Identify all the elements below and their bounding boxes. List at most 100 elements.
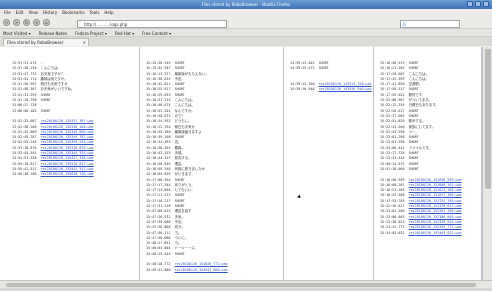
- log-text: 13:52:42.000: [12, 129, 41, 134]
- log-text: 15:17:24.004 とてもいい。: [146, 188, 195, 193]
- menu-tools[interactable]: Tools: [90, 9, 100, 17]
- recording-link[interactable]: rec20100126_135457_338.wav: [41, 156, 94, 160]
- stop-icon[interactable]: ×: [33, 19, 40, 26]
- log-text: 15:16:39.108 SHORT: [146, 135, 185, 140]
- log-text: 14:39:13.708: [290, 82, 319, 87]
- menu-file[interactable]: File: [4, 9, 11, 17]
- search-input[interactable]: G: [400, 20, 460, 28]
- log-text: 13:53:44.555: [12, 151, 41, 156]
- maximize-icon[interactable]: [475, 1, 481, 7]
- log-text: 15:16:29.653 SHORT: [146, 92, 185, 97]
- bookmark-fedora-project[interactable]: Fedora Project ▾: [75, 29, 107, 36]
- search-engine-icon[interactable]: G: [403, 22, 406, 27]
- window-controls: [467, 1, 489, 7]
- log-column: 14:39:13.402 SHORT 14:39:19.472 SHORT 14:…: [284, 47, 374, 280]
- recording-link[interactable]: rec20100126_135638_706.wav: [41, 172, 94, 176]
- recording-entry: 13:56:38.706 rec20100126_135638_706.wav: [12, 172, 94, 177]
- menu-view[interactable]: View: [28, 9, 38, 17]
- recording-link[interactable]: rec20100126_152306_603.wav: [409, 215, 462, 219]
- bookmarks-toolbar: Most Visited ▾ Release Notes Fedora Proj…: [0, 28, 492, 37]
- recording-link[interactable]: rec20100126_135345_767.wav: [41, 135, 94, 139]
- vertical-scrollbar[interactable]: [482, 47, 492, 280]
- menu-edit[interactable]: Edit: [16, 9, 24, 17]
- menu-bookmarks[interactable]: Bookmarks: [62, 9, 84, 17]
- recording-link[interactable]: rec20100126_135344_555.wav: [41, 151, 94, 155]
- recording-link[interactable]: rec20100126_143913_708.wav: [319, 82, 372, 86]
- tab-close-icon[interactable]: ×: [83, 39, 86, 46]
- recording-link[interactable]: rec20100126_135541_517.wav: [41, 167, 94, 171]
- recording-link[interactable]: rec20100126_143916_940.wav: [319, 87, 372, 91]
- recording-link[interactable]: rec20100126_151752_789.wav: [409, 199, 462, 203]
- log-text: 15:48:28.772: [146, 262, 175, 267]
- scroll-thumb[interactable]: [6, 283, 476, 287]
- recording-link[interactable]: rec20100126_151656_939.wav: [409, 178, 462, 182]
- recording-link[interactable]: rec20100126_135318_870.wav: [41, 146, 94, 150]
- log-text: 15:17:00.364 SHORT: [146, 177, 185, 182]
- log-text: 15:17:26.217 SHORT: [146, 198, 185, 203]
- recording-link[interactable]: rec20100126_154828_772.wav: [175, 262, 228, 266]
- log-text: 15:16:56.519 SHORT: [380, 61, 419, 65]
- page-content: 13:51:31.474 -13:51:38.238 こんにちは。 13:51:4…: [0, 47, 492, 280]
- log-text: 15:16:35.180 最新版届きますよ: [146, 129, 202, 134]
- log-text: 15:16:21.105: [380, 188, 409, 193]
- log-text: 15:47:56.111 ヨ。: [146, 230, 182, 235]
- bookmark-release-notes[interactable]: Release Notes: [39, 29, 67, 36]
- log-text: 15:16:13.227 最新版がもらえない。: [146, 71, 209, 76]
- log-text: 13:51:31.395 SHORT: [12, 92, 51, 97]
- menu-history[interactable]: History: [43, 9, 57, 17]
- close-window-icon[interactable]: [483, 1, 489, 7]
- log-text: 14:39:13.402 SHORT: [290, 61, 329, 65]
- log-text: 15:17:21.373 SHORT: [146, 193, 185, 198]
- recording-link[interactable]: rec20100126_135510_817.wav: [41, 162, 94, 166]
- recording-link[interactable]: rec20100126_152301_200.wav: [409, 209, 462, 213]
- recording-link[interactable]: rec20100126_151621_105.wav: [409, 188, 462, 192]
- log-text: 14:39:19.472 SHORT: [290, 66, 329, 71]
- log-text: 15:22:41.200 家族にしてます。: [380, 124, 436, 129]
- bookmark-most-visited[interactable]: Most Visited ▾: [3, 29, 31, 36]
- scroll-thumb[interactable]: [485, 49, 491, 189]
- home-icon[interactable]: ⌂: [43, 19, 50, 26]
- bookmark-free-content[interactable]: Free Content ▾: [142, 29, 171, 36]
- recording-link[interactable]: rec20100126_152330_823.wav: [409, 220, 462, 224]
- forward-icon[interactable]: >: [13, 19, 20, 26]
- recording-link[interactable]: rec20100126_152226_617.wav: [409, 204, 462, 208]
- url-input[interactable]: http://...........logs.php: [77, 20, 227, 28]
- log-text: 13:06:00.182 SHORT: [12, 108, 51, 113]
- recording-link[interactable]: rec20100126_135342_000.wav: [41, 130, 94, 134]
- horizontal-scrollbar[interactable]: [0, 280, 492, 288]
- back-icon[interactable]: <: [3, 19, 10, 26]
- menu-bar: File Edit View History Bookmarks Tools H…: [0, 9, 492, 17]
- reload-icon[interactable]: ↻: [23, 19, 30, 26]
- log-text: 15:22:12.334 日曜日もあります。: [380, 103, 439, 108]
- log-text: 15:16:14.952 どうもし。: [146, 119, 192, 124]
- log-text: 15:47:26.531 天気。: [146, 214, 185, 219]
- recording-link[interactable]: rec20100126_152342_772.wav: [409, 225, 462, 229]
- tab-files-stored[interactable]: Files stored by RoboBrowser ×: [3, 38, 89, 46]
- minimize-icon[interactable]: [467, 1, 473, 7]
- recording-entry: 15:24:03.022 rec20100126_152403_022.wav: [380, 231, 462, 236]
- recording-link[interactable]: rec20100126_151600_261.wav: [409, 183, 462, 187]
- recording-link[interactable]: rec20100126_135336_108.wav: [41, 125, 94, 129]
- log-text: 15:16:42.021 SHORT: [146, 82, 185, 87]
- recording-link[interactable]: rec20100126_154941_000.wav: [175, 268, 228, 272]
- bookmark-red-hat[interactable]: Red Hat ▾: [115, 29, 134, 36]
- log-text: 15:48:03.004 ドーツーース。: [146, 246, 199, 251]
- log-text: 15:49:41.000: [146, 267, 175, 272]
- recording-link[interactable]: rec20100126_135331_387.wav: [41, 119, 94, 123]
- recording-link[interactable]: rec20100126_151647_308.wav: [409, 193, 462, 197]
- menu-help[interactable]: Help: [104, 9, 113, 17]
- log-text: 15:23:30.823: [380, 219, 409, 224]
- log-text: 15:16:38.201 勝負。: [146, 145, 185, 150]
- log-text: 13:52:10.796 SHORT: [12, 98, 51, 103]
- recording-link[interactable]: rec20100126_135355_245.wav: [41, 140, 94, 144]
- log-text: 15:16:38.815 予定。: [146, 76, 185, 81]
- log-text: 15:16:40.871 ので？: [146, 113, 185, 118]
- recording-link[interactable]: rec20100126_152403_022.wav: [409, 231, 462, 235]
- log-text: 15:23:17.728 SHORT: [380, 151, 419, 156]
- log-text: 13:51:58.367 お天気がいいですね。: [12, 87, 75, 92]
